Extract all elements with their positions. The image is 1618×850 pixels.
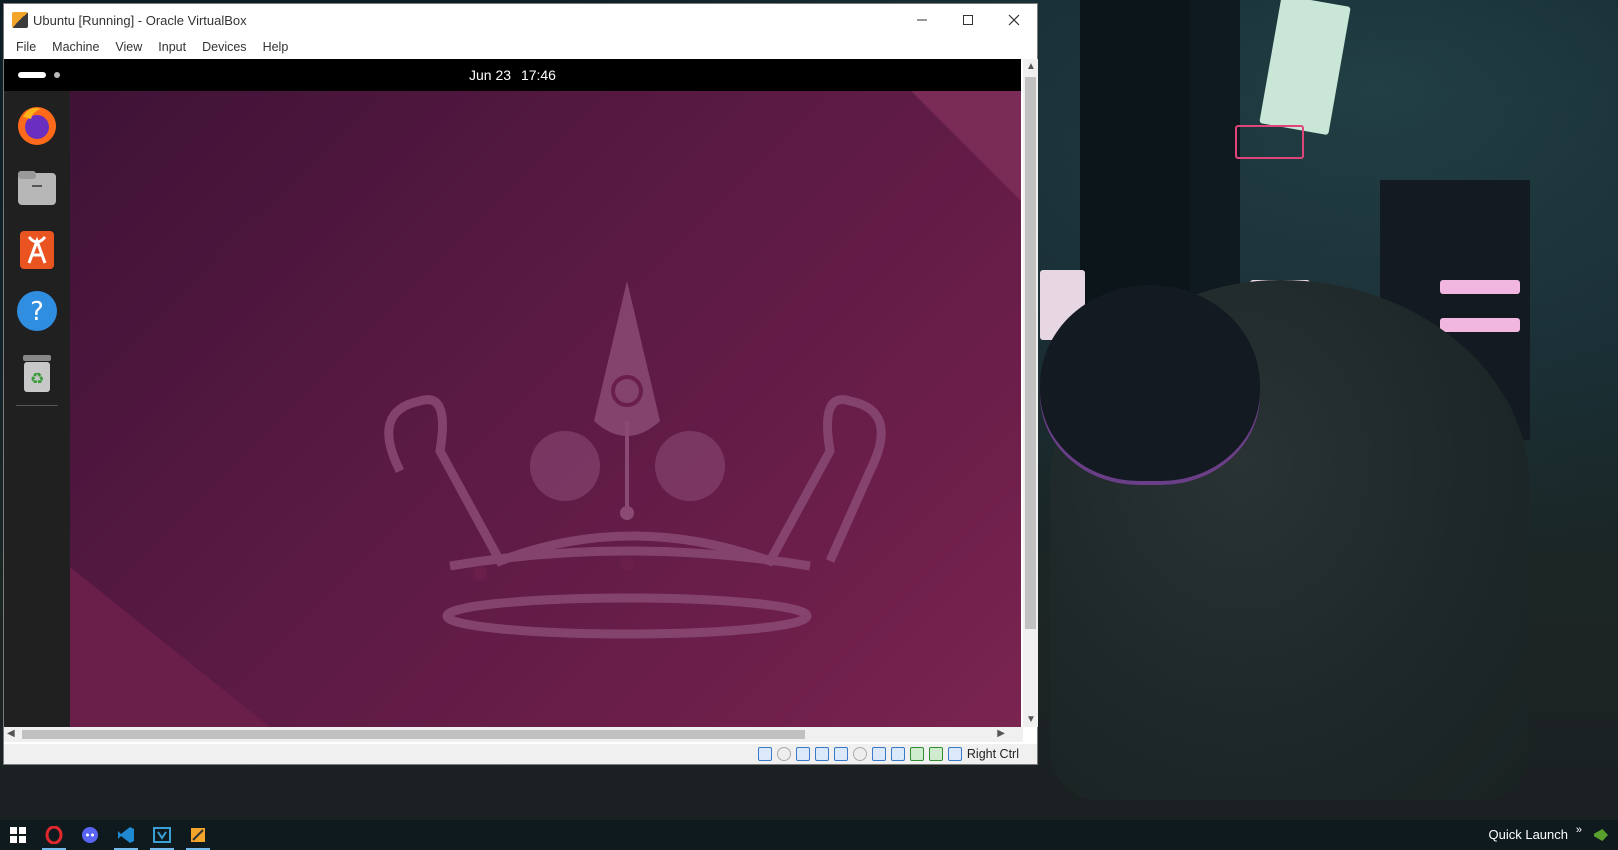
taskbar-opera[interactable]: [36, 820, 72, 850]
windows-taskbar: Quick Launch »: [0, 820, 1618, 850]
taskbar-visual-studio[interactable]: [144, 820, 180, 850]
nvidia-tray-icon[interactable]: [1594, 829, 1608, 841]
title-bar[interactable]: Ubuntu [Running] - Oracle VirtualBox: [4, 4, 1037, 36]
quick-launch-chevron-icon[interactable]: »: [1576, 824, 1582, 836]
vertical-scrollbar[interactable]: ▲ ▼: [1023, 59, 1038, 727]
network-icon[interactable]: [814, 747, 829, 761]
windows-start-icon: [10, 827, 26, 843]
display-icon[interactable]: [871, 747, 886, 761]
svg-text:♻: ♻: [30, 369, 44, 388]
crown-logo: [384, 281, 886, 639]
menu-machine[interactable]: Machine: [44, 40, 107, 54]
taskbar-vscode[interactable]: [108, 820, 144, 850]
recording-icon[interactable]: [890, 747, 905, 761]
opera-icon: [45, 826, 63, 844]
window-title: Ubuntu [Running] - Oracle VirtualBox: [33, 12, 247, 28]
minimize-icon: [917, 19, 927, 21]
menu-input[interactable]: Input: [150, 40, 194, 54]
maximize-icon: [963, 15, 973, 25]
horizontal-scrollbar[interactable]: ◀ ▶: [4, 727, 1023, 742]
keyboard-icon[interactable]: [947, 747, 962, 761]
mouse-integration-icon[interactable]: [909, 747, 924, 761]
taskbar-virtualbox[interactable]: [180, 820, 216, 850]
vertical-scroll-thumb[interactable]: [1025, 77, 1036, 629]
clock-date: Jun 23: [469, 67, 512, 83]
dock-trash[interactable]: ♻: [15, 351, 59, 395]
hard-disk-icon[interactable]: [757, 747, 772, 761]
visual-studio-icon: [153, 827, 171, 843]
maximize-button[interactable]: [945, 4, 991, 36]
optical-drive-icon[interactable]: [776, 747, 791, 761]
cpu-icon[interactable]: [928, 747, 943, 761]
files-icon: [18, 171, 56, 205]
taskbar-start[interactable]: [0, 820, 36, 850]
guest-display[interactable]: Jun 23 17:46 ? ♻: [4, 59, 1021, 727]
scroll-down-arrow-icon[interactable]: ▼: [1026, 714, 1036, 725]
help-icon: ?: [17, 291, 57, 331]
usb-icon[interactable]: [833, 747, 848, 761]
taskbar-discord[interactable]: [72, 820, 108, 850]
ubuntu-desktop-wallpaper: [70, 91, 1021, 727]
menu-devices[interactable]: Devices: [194, 40, 254, 54]
dock-separator: [16, 405, 58, 406]
virtualbox-icon: [12, 12, 28, 28]
dock-files[interactable]: [15, 165, 59, 209]
minimize-button[interactable]: [899, 4, 945, 36]
software-store-icon: [20, 231, 54, 269]
virtualbox-window: Ubuntu [Running] - Oracle VirtualBox Fil…: [3, 3, 1038, 765]
ubuntu-dock: ? ♻: [4, 91, 70, 727]
clock-time: 17:46: [520, 67, 556, 83]
close-button[interactable]: [991, 4, 1037, 36]
svg-text:?: ?: [30, 297, 44, 327]
dock-software[interactable]: [15, 227, 59, 271]
dock-firefox[interactable]: [15, 103, 59, 147]
trash-icon: ♻: [23, 355, 51, 392]
status-bar: Right Ctrl: [4, 744, 1037, 764]
scroll-up-arrow-icon[interactable]: ▲: [1026, 61, 1036, 72]
shared-folders-icon[interactable]: [852, 747, 867, 761]
clock[interactable]: Jun 23 17:46: [4, 67, 1021, 83]
firefox-icon: [18, 107, 56, 145]
menu-bar: File Machine View Input Devices Help: [4, 36, 1037, 58]
menu-file[interactable]: File: [8, 40, 44, 54]
menu-help[interactable]: Help: [255, 40, 297, 54]
dock-help[interactable]: ?: [15, 289, 59, 333]
gnome-top-bar: Jun 23 17:46: [4, 59, 1021, 91]
menu-view[interactable]: View: [107, 40, 150, 54]
horizontal-scroll-thumb[interactable]: [22, 730, 805, 739]
quick-launch-label[interactable]: Quick Launch: [1489, 827, 1569, 842]
audio-icon[interactable]: [795, 747, 810, 761]
close-icon: [1008, 14, 1020, 26]
vscode-icon: [118, 827, 134, 843]
host-key-label: Right Ctrl: [966, 747, 1019, 761]
discord-icon: [82, 827, 98, 843]
virtualbox-icon: [191, 828, 205, 842]
scroll-left-arrow-icon[interactable]: ◀: [7, 728, 15, 739]
scroll-right-arrow-icon[interactable]: ▶: [997, 728, 1005, 739]
